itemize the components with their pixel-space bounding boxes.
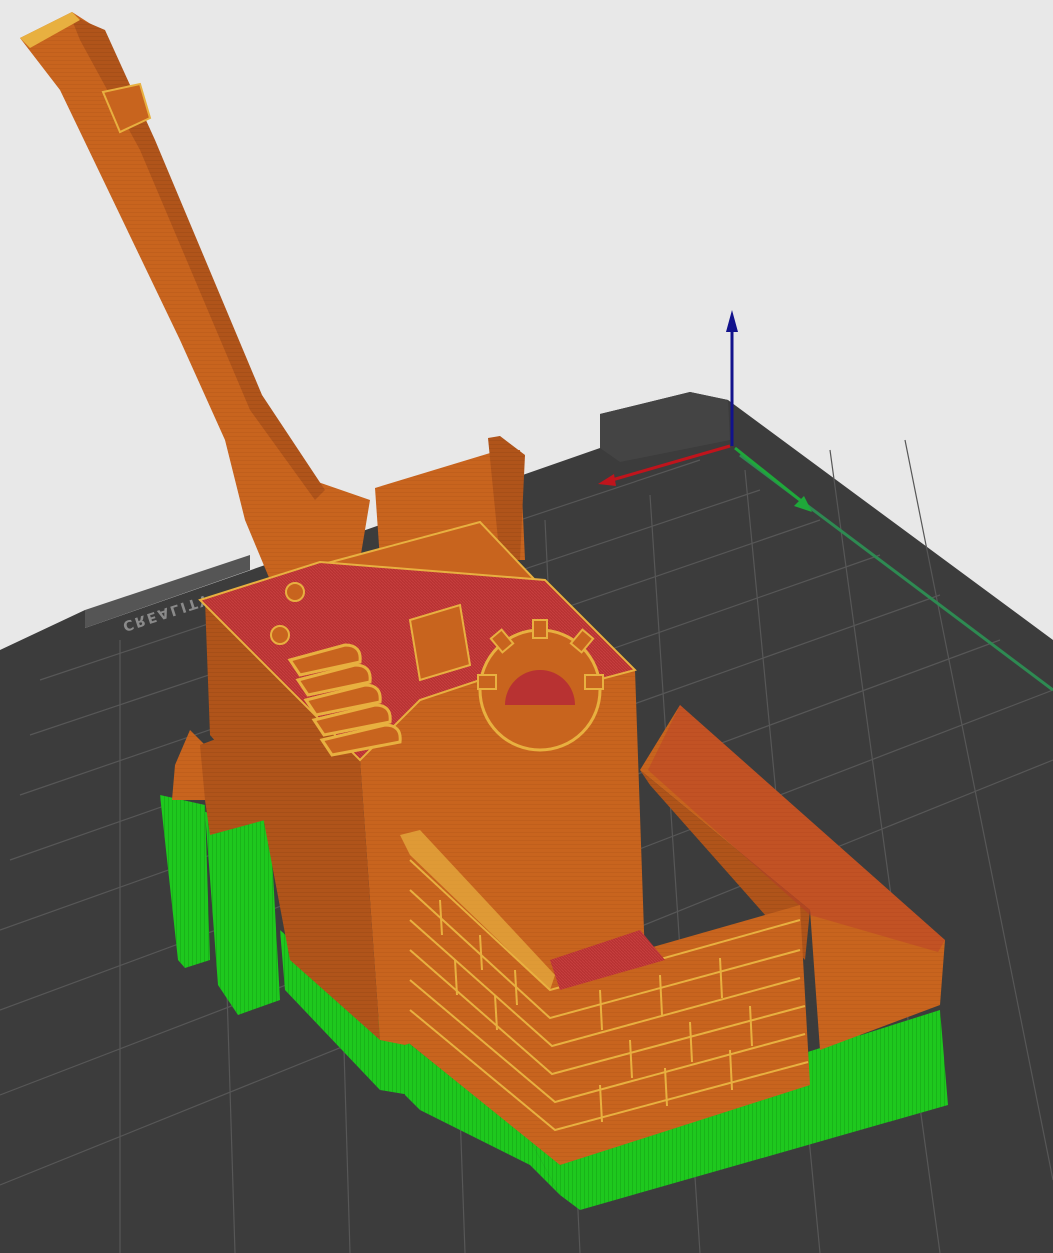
z-arrow-head-icon <box>726 310 738 332</box>
hole-icon <box>285 582 305 602</box>
scene-canvas[interactable]: CREALITY <box>0 0 1053 1253</box>
3d-viewport[interactable]: CREALITY <box>0 0 1053 1253</box>
lever-arm <box>20 12 370 580</box>
gear-icon <box>477 619 604 752</box>
hole-icon <box>270 625 290 645</box>
